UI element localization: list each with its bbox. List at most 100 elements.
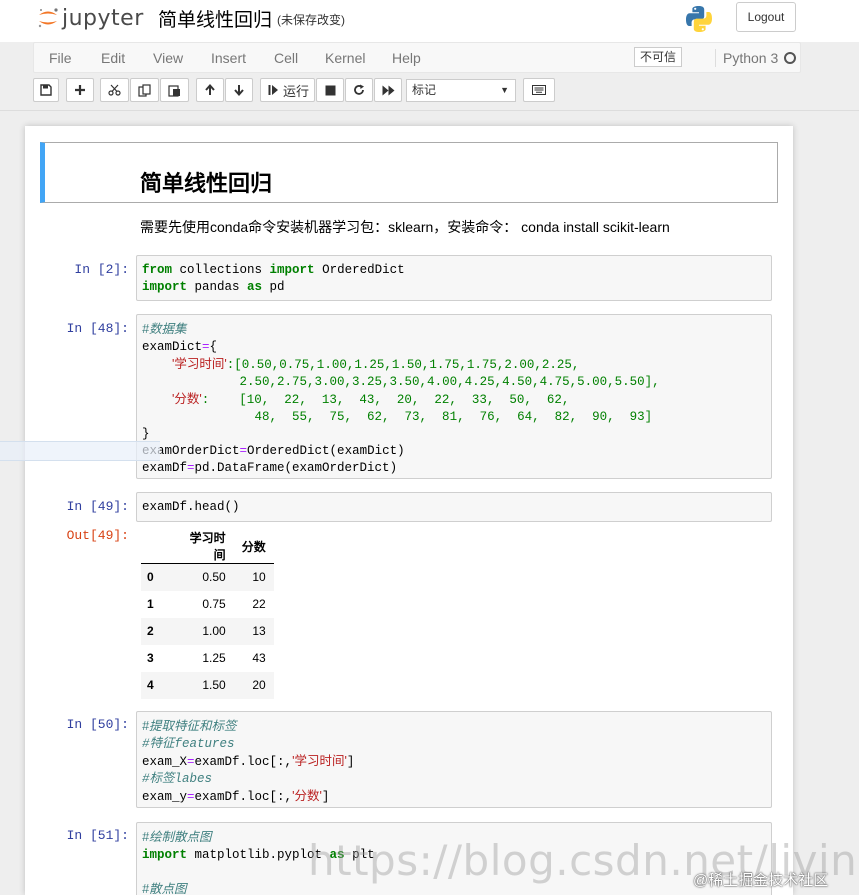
cell-type-select[interactable]: 标记 ▼	[406, 79, 516, 102]
jupyter-logo[interactable]: jupyter	[36, 4, 144, 32]
restart-run-all-button[interactable]	[374, 78, 402, 102]
plus-icon	[75, 85, 85, 95]
move-down-button[interactable]	[225, 78, 253, 102]
menu-cell[interactable]: Cell	[274, 50, 298, 66]
table-cell: 22	[252, 597, 266, 611]
code-line: import pandas as pd	[142, 280, 285, 294]
cell-type-value: 标记	[412, 83, 437, 97]
trusted-indicator[interactable]: 不可信	[634, 47, 683, 67]
cell-1-code[interactable]: from collections import OrderedDict impo…	[136, 255, 772, 301]
code-comment: #数据集	[142, 322, 187, 336]
string-literal: '分数'	[172, 392, 202, 406]
code-token: pandas	[187, 280, 248, 294]
table-cell: 43	[252, 651, 266, 665]
row-index: 1	[147, 597, 154, 611]
keyword: import	[142, 280, 188, 294]
row-index: 2	[147, 624, 154, 638]
menu-kernel[interactable]: Kernel	[325, 50, 365, 66]
save-button[interactable]	[33, 78, 59, 102]
table-cell: 20	[252, 678, 266, 692]
code-line: examDf=pd.DataFrame(examOrderDict)	[142, 461, 397, 475]
code-token: OrderedDict	[314, 263, 405, 277]
code-token: collections	[172, 263, 270, 277]
code-token: pd	[262, 280, 285, 294]
code-token: {	[209, 340, 218, 354]
table-cell: 13	[252, 624, 266, 638]
code-line: examDf.head()	[142, 500, 240, 514]
number-list: :[0.50,0.75,1.00,1.25,1.50,1.75,1.75,2.0…	[226, 358, 580, 372]
toolbar: 运行 标记 ▼	[33, 78, 593, 104]
table-header-cell: 分数	[233, 529, 274, 564]
insert-cell-button[interactable]	[66, 78, 94, 102]
menu-insert[interactable]: Insert	[211, 50, 246, 66]
operator: =	[187, 790, 195, 804]
operator: =	[187, 755, 195, 769]
table-row: 2 1.00 13	[141, 617, 274, 645]
run-button[interactable]: 运行	[260, 78, 315, 102]
cell-4-code[interactable]: #提取特征和标签 #特征features exam_X=examDf.loc[:…	[136, 711, 772, 808]
fast-forward-icon	[382, 85, 394, 95]
kernel-name: Python 3	[723, 50, 779, 66]
notebook-title[interactable]: 简单线性回归	[158, 5, 272, 32]
cut-button[interactable]	[100, 78, 129, 102]
kernel-status-icon	[784, 52, 796, 64]
code-line: exam_X=examDf.loc[:,'学习时间']	[142, 754, 355, 769]
brand-watermark: @稀土掘金技术社区	[693, 872, 829, 889]
step-forward-icon	[268, 85, 278, 95]
jupyter-wordmark: jupyter	[62, 5, 144, 31]
code-token: exam_X	[142, 755, 188, 769]
run-button-label: 运行	[283, 83, 310, 99]
markdown-heading: 简单线性回归	[140, 171, 273, 196]
menu-edit[interactable]: Edit	[101, 50, 125, 66]
menu-help[interactable]: Help	[392, 50, 421, 66]
code-token: ]	[321, 790, 330, 804]
cell-3-code[interactable]: examDf.head()	[136, 492, 772, 522]
cell-5-prompt: In [51]:	[66, 828, 129, 843]
cell-2-prompt: In [48]:	[66, 321, 129, 336]
table-row: 0 0.50 10	[141, 563, 274, 591]
table-cell: 1.00	[202, 624, 226, 638]
keyword: import	[269, 263, 315, 277]
code-token: OrderedDict(examDict)	[247, 444, 405, 458]
cell-3-out-prompt: Out[49]:	[66, 528, 129, 543]
code-comment: #散点图	[142, 882, 187, 895]
header-divider	[0, 110, 859, 111]
code-token: examDf.loc[:,	[194, 755, 293, 769]
keyword: from	[142, 263, 173, 277]
table-row: 4 1.50 20	[141, 671, 274, 699]
code-line: from collections import OrderedDict	[142, 263, 405, 277]
code-line: examDict={	[142, 340, 217, 354]
keyword: import	[142, 848, 188, 862]
cell-2-code[interactable]: #数据集 examDict={ '学习时间':[0.50,0.75,1.00,1…	[136, 314, 772, 479]
code-token: ]	[346, 755, 355, 769]
operator: =	[239, 444, 248, 458]
menu-file[interactable]: File	[49, 50, 72, 66]
code-token: examDf	[142, 461, 188, 475]
interrupt-button[interactable]	[316, 78, 344, 102]
copy-icon	[138, 83, 151, 97]
overlay-bar	[0, 441, 160, 461]
paste-button[interactable]	[160, 78, 189, 102]
save-status: (未保存改变)	[277, 13, 345, 27]
menu-view[interactable]: View	[153, 50, 183, 66]
save-icon	[40, 84, 52, 96]
dropdown-caret-icon: ▼	[500, 85, 509, 95]
logout-button[interactable]: Logout	[736, 2, 796, 32]
table-header-cell: 学习时间	[173, 529, 234, 564]
move-up-button[interactable]	[196, 78, 224, 102]
jupyter-orbit-icon	[38, 8, 58, 28]
restart-button[interactable]	[345, 78, 373, 102]
copy-button[interactable]	[130, 78, 159, 102]
table-row: 1 0.75 22	[141, 591, 274, 618]
code-token: pd.DataFrame(examOrderDict)	[194, 461, 398, 475]
cell-1-prompt: In [2]:	[74, 262, 129, 277]
command-palette-button[interactable]	[523, 78, 555, 102]
menu-separator	[715, 49, 716, 67]
code-comment: #绘制散点图	[142, 830, 212, 844]
string-literal: '学习时间'	[292, 754, 347, 768]
keyword: as	[247, 280, 263, 294]
number-list: 48, 55, 75, 62, 73, 81, 76, 64, 82, 90, …	[254, 410, 653, 424]
code-comment: #特征features	[142, 737, 235, 751]
row-index: 3	[147, 651, 154, 665]
code-comment: #标签labes	[142, 772, 213, 786]
